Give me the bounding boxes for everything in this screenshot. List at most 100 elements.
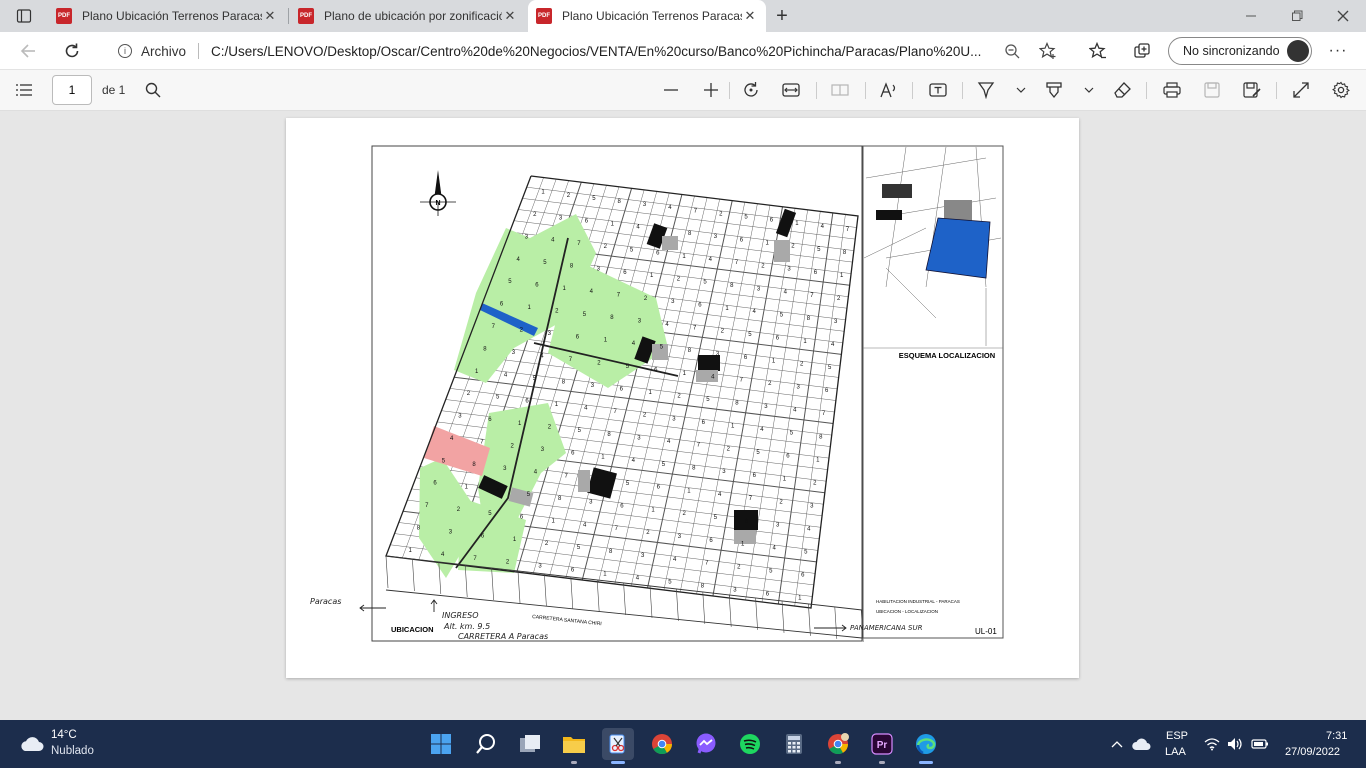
lot-number: 1 <box>766 241 770 247</box>
lot-number: 5 <box>748 332 752 338</box>
lot-number: 1 <box>555 402 559 408</box>
messenger-icon[interactable] <box>690 728 722 760</box>
onedrive-cloud-icon[interactable] <box>1125 728 1157 760</box>
clock-time[interactable]: 7:31 <box>1326 730 1347 742</box>
page-number-input[interactable] <box>52 75 92 105</box>
lot-number: 6 <box>525 398 529 404</box>
lot-number: 2 <box>683 511 687 517</box>
lot-number: 3 <box>643 202 647 208</box>
draw-options-chevron-icon[interactable] <box>1008 78 1034 102</box>
page-view-icon[interactable] <box>827 78 853 102</box>
zoom-out-icon[interactable] <box>658 78 684 102</box>
draw-icon[interactable] <box>973 78 999 102</box>
save-as-icon[interactable] <box>1239 78 1265 102</box>
lot-number: 2 <box>800 362 804 368</box>
highlight-options-chevron-icon[interactable] <box>1076 78 1102 102</box>
lot-number: 5 <box>828 365 832 371</box>
weather-temperature[interactable]: 14°C <box>51 729 77 741</box>
pdf-viewer[interactable]: N ESQUEMA LOCALIZACION HABILITACION INDU… <box>0 111 1366 720</box>
profile-sync-button[interactable]: No sincronizando <box>1168 37 1312 65</box>
read-aloud-icon[interactable] <box>876 78 902 102</box>
fullscreen-icon[interactable] <box>1288 78 1314 102</box>
lot-number: 1 <box>409 548 413 554</box>
lot-number: 4 <box>504 372 508 378</box>
restore-icon[interactable] <box>1274 0 1320 32</box>
lot-number: 4 <box>665 322 669 328</box>
premiere-pro-icon[interactable]: Pr <box>866 728 898 764</box>
north-label: N <box>435 200 440 207</box>
close-tab-icon[interactable]: ✕ <box>742 8 758 24</box>
tab-1[interactable]: PDF Plano Ubicación Terrenos Paracas ✕ <box>48 0 286 32</box>
tab-3-active[interactable]: PDF Plano Ubicación Terrenos Paracas ✕ <box>528 0 766 32</box>
print-icon[interactable] <box>1159 78 1185 102</box>
close-tab-icon[interactable]: ✕ <box>502 8 518 24</box>
lot-number: 3 <box>548 331 552 337</box>
refresh-icon[interactable] <box>58 37 86 65</box>
clock-date[interactable]: 27/09/2022 <box>1285 746 1340 758</box>
toolbar-separator <box>962 82 963 99</box>
search-icon[interactable] <box>470 728 502 760</box>
favorites-icon[interactable] <box>1084 37 1112 65</box>
lot-number: 1 <box>772 358 776 364</box>
more-options-icon[interactable]: ··· <box>1324 37 1352 65</box>
file-explorer-icon[interactable] <box>558 728 590 764</box>
minimize-icon[interactable] <box>1228 0 1274 32</box>
lot-number: 4 <box>831 342 835 348</box>
lot-number: 7 <box>705 561 709 567</box>
taskbar: 14°C Nublado Pr ESP LAA 7:31 27/09/2022 <box>0 720 1366 768</box>
erase-icon[interactable] <box>1110 78 1136 102</box>
handwritten-panamericana: PANAMERICANA SUR <box>850 624 923 632</box>
zoom-icon[interactable] <box>998 37 1026 65</box>
lot-number: 8 <box>735 401 739 407</box>
zoom-in-icon[interactable] <box>698 78 724 102</box>
language-indicator[interactable]: ESP <box>1166 730 1188 742</box>
tab-bar: PDF Plano Ubicación Terrenos Paracas ✕ P… <box>0 0 1366 32</box>
highlight-icon[interactable] <box>1041 78 1067 102</box>
fit-page-icon[interactable] <box>778 78 804 102</box>
snipping-tool-icon[interactable] <box>602 728 634 764</box>
lot-number: 3 <box>458 414 462 420</box>
toolbar-separator <box>1276 82 1277 99</box>
search-icon[interactable] <box>140 78 166 102</box>
spotify-icon[interactable] <box>734 728 766 760</box>
lot-number: 1 <box>611 222 615 228</box>
address-bar[interactable]: i Archivo C:/Users/LENOVO/Desktop/Oscar/… <box>100 36 1070 66</box>
tab-title: Plano Ubicación Terrenos Paracas <box>82 9 262 23</box>
rotate-icon[interactable] <box>738 78 764 102</box>
lot-number: 1 <box>541 190 545 196</box>
add-favorite-icon[interactable] <box>1034 37 1062 65</box>
info-icon[interactable]: i <box>118 44 132 58</box>
calculator-icon[interactable] <box>778 728 810 760</box>
contents-list-icon[interactable] <box>11 78 37 102</box>
lot-number: 7 <box>749 496 753 502</box>
lot-number: 5 <box>578 428 582 434</box>
battery-icon[interactable] <box>1244 728 1276 760</box>
pdf-toolbar: de 1 <box>0 70 1366 111</box>
collections-icon[interactable] <box>1128 37 1156 65</box>
settings-gear-icon[interactable] <box>1328 78 1354 102</box>
tab-actions-icon[interactable] <box>10 2 38 30</box>
lot-number: 5 <box>577 545 581 551</box>
start-windows-icon[interactable] <box>425 728 457 760</box>
chrome-profile-icon[interactable] <box>822 728 854 764</box>
close-window-icon[interactable] <box>1320 0 1366 32</box>
tab-2[interactable]: PDF Plano de ubicación por zonificación … <box>290 0 526 32</box>
weather-cloud-icon[interactable] <box>16 728 48 760</box>
north-arrow <box>420 170 456 216</box>
lot-number: 7 <box>810 293 814 299</box>
url-text[interactable]: C:/Users/LENOVO/Desktop/Oscar/Centro%20d… <box>211 44 991 59</box>
lot-number: 1 <box>650 273 654 279</box>
task-view-icon[interactable] <box>514 728 546 760</box>
add-text-icon[interactable] <box>925 78 951 102</box>
close-tab-icon[interactable]: ✕ <box>262 8 278 24</box>
new-tab-button[interactable]: + <box>768 2 796 30</box>
weather-description[interactable]: Nublado <box>51 745 94 757</box>
save-icon[interactable] <box>1199 78 1225 102</box>
keyboard-layout-indicator[interactable]: LAA <box>1165 746 1186 758</box>
edge-icon[interactable] <box>910 728 942 764</box>
lot-number: 1 <box>731 424 735 430</box>
lot-number: 3 <box>810 503 814 509</box>
back-icon[interactable] <box>14 37 42 65</box>
lot-number: 8 <box>558 496 562 502</box>
chrome-icon[interactable] <box>646 728 678 760</box>
